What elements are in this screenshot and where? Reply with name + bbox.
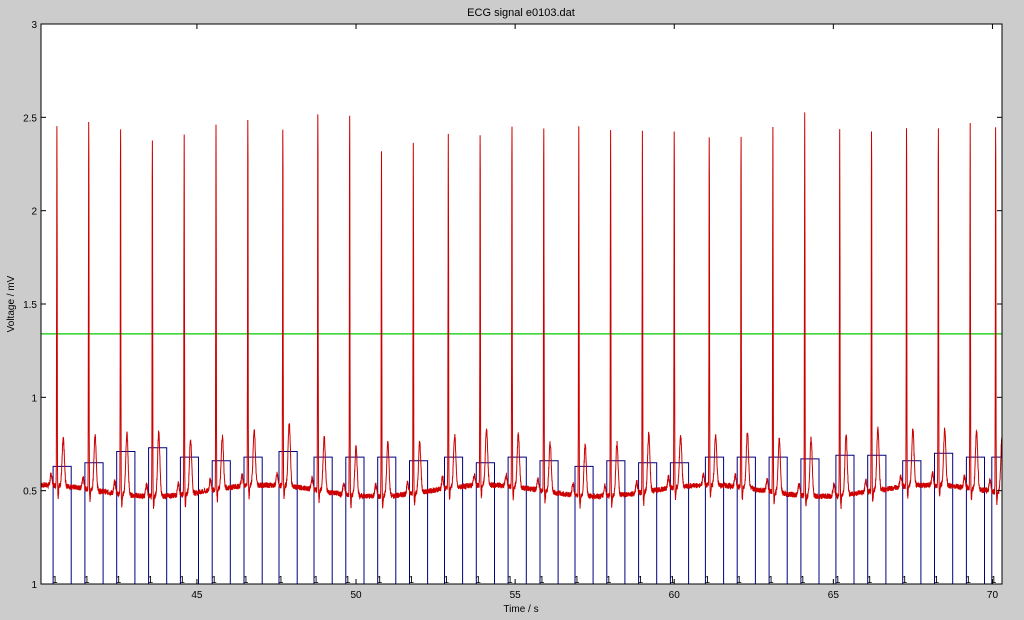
x-tick-label: 45 <box>191 590 203 601</box>
x-tick-label: 65 <box>828 590 840 601</box>
chart-title: ECG signal e0103.dat <box>467 7 575 19</box>
ecg-figure: 111111111111111111111111111111 45 50 55 60 6… <box>6 7 1003 615</box>
x-tick-label: 50 <box>350 590 362 601</box>
x-tick-label: 60 <box>669 590 681 601</box>
x-tick-label: 55 <box>510 590 522 601</box>
y-tick-label: 0.5 <box>23 487 37 498</box>
y-tick-label: 1 <box>31 580 37 591</box>
y-axis-label: Voltage / mV <box>6 275 17 332</box>
y-tick-label: 3 <box>31 20 37 31</box>
x-axis-label: Time / s <box>503 604 538 615</box>
x-tick-label: 70 <box>987 590 999 601</box>
y-tick-label: 1 <box>31 393 37 404</box>
y-tick-label: 2.5 <box>23 113 37 124</box>
y-tick-label: 1.5 <box>23 300 37 311</box>
y-tick-label: 2 <box>31 207 37 218</box>
